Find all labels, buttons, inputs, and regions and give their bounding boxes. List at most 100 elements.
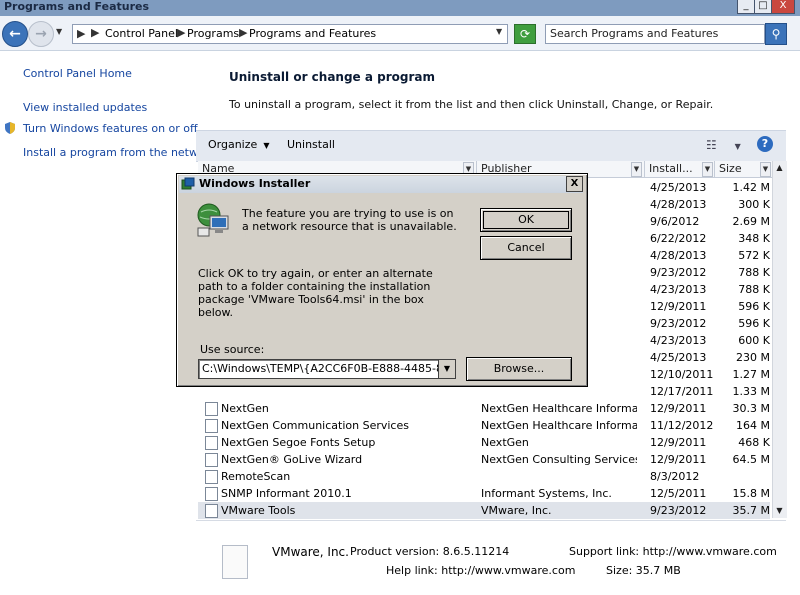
program-install-date: 12/10/2011 <box>650 368 714 381</box>
program-publisher: VMware, Inc. <box>481 504 552 517</box>
dialog-close-button[interactable]: X <box>566 176 583 192</box>
command-toolbar <box>196 130 786 162</box>
maximize-button[interactable]: □ <box>754 0 772 14</box>
chevron-right-icon[interactable]: ▶ <box>91 26 99 39</box>
window-title-bar: Programs and Features <box>0 0 800 17</box>
recent-pages-dropdown-icon[interactable]: ▼ <box>56 27 62 36</box>
program-publisher: NextGen Consulting Services <box>481 453 637 466</box>
shield-icon <box>5 122 15 134</box>
turn-windows-features-link[interactable]: Turn Windows features on or off <box>23 122 198 135</box>
use-source-value: C:\Windows\TEMP\{A2CC6F0B-E888-4485-82F5 <box>202 362 440 375</box>
scroll-down-arrow-icon[interactable]: ▼ <box>773 504 786 518</box>
program-install-date: 12/9/2011 <box>650 436 707 449</box>
program-publisher: NextGen Healthcare Informati... <box>481 402 637 415</box>
page-title: Uninstall or change a program <box>229 70 436 84</box>
browse-button[interactable]: Browse... <box>466 357 572 381</box>
view-installed-updates-link[interactable]: View installed updates <box>23 101 147 114</box>
chevron-right-icon[interactable]: ▶ <box>239 26 247 39</box>
network-computer-icon <box>197 203 229 237</box>
program-size: 300 K <box>738 198 770 211</box>
program-publisher: NextGen Healthcare Informati... <box>481 419 637 432</box>
program-name: NextGen Segoe Fonts Setup <box>221 436 376 449</box>
details-help-link[interactable]: Help link: http://www.vmware.com <box>386 564 575 577</box>
breadcrumb-programs-and-features[interactable]: Programs and Features <box>249 27 376 40</box>
table-row[interactable]: SNMP Informant 2010.1 Informant Systems, … <box>198 485 770 502</box>
program-icon <box>205 504 218 518</box>
control-panel-home-link[interactable]: Control Panel Home <box>23 67 132 80</box>
dialog-message: The feature you are trying to use is on … <box>242 207 457 233</box>
forward-arrow-icon[interactable]: → <box>28 21 54 47</box>
program-install-date: 8/3/2012 <box>650 470 700 483</box>
program-name: NextGen® GoLive Wizard <box>221 453 363 466</box>
installed-filter-dropdown-icon[interactable]: ▼ <box>702 162 713 177</box>
uninstall-button[interactable]: Uninstall <box>287 138 335 151</box>
program-install-date: 12/17/2011 <box>650 385 714 398</box>
breadcrumb-programs[interactable]: Programs <box>187 27 239 40</box>
breadcrumb-control-panel[interactable]: Control Panel <box>105 27 178 40</box>
program-size: 2.69 M <box>732 215 770 228</box>
table-row[interactable]: NextGen® GoLive Wizard NextGen Consulting… <box>198 451 770 468</box>
use-source-input[interactable]: C:\Windows\TEMP\{A2CC6F0B-E888-4485-82F5 <box>198 359 440 379</box>
program-size: 1.27 M <box>732 368 770 381</box>
program-install-date: 12/9/2011 <box>650 453 707 466</box>
chevron-right-icon[interactable]: ▶ <box>177 26 185 39</box>
cancel-button[interactable]: Cancel <box>480 236 572 260</box>
column-size[interactable]: Size <box>719 162 742 175</box>
details-size: Size: 35.7 MB <box>606 564 681 577</box>
program-icon <box>205 402 218 416</box>
help-icon[interactable]: ? <box>757 136 773 152</box>
program-install-date: 9/23/2012 <box>650 504 707 517</box>
size-filter-dropdown-icon[interactable]: ▼ <box>760 162 771 177</box>
back-arrow-icon[interactable]: ← <box>2 21 28 47</box>
program-icon <box>205 487 218 501</box>
program-install-date: 12/5/2011 <box>650 487 707 500</box>
ok-button[interactable]: OK <box>480 208 572 232</box>
organize-button[interactable]: Organize ▼ <box>208 138 269 151</box>
program-install-date: 9/23/2012 <box>650 317 707 330</box>
program-name: NextGen Communication Services <box>221 419 409 432</box>
refresh-icon[interactable]: ⟳ <box>514 24 536 44</box>
search-input[interactable]: Search Programs and Features <box>545 24 765 44</box>
table-row[interactable]: NextGen Communication Services NextGen He… <box>198 417 770 434</box>
program-install-date: 4/28/2013 <box>650 249 707 262</box>
program-size: 1.33 M <box>732 385 770 398</box>
view-options-icon[interactable]: ☷ ▼ <box>706 138 741 152</box>
program-size: 788 K <box>738 266 770 279</box>
chevron-down-icon: ▼ <box>260 141 270 150</box>
program-size: 230 M <box>736 351 770 364</box>
program-icon <box>205 419 218 433</box>
address-dropdown-icon[interactable]: ▼ <box>496 27 502 36</box>
program-size: 600 K <box>738 334 770 347</box>
column-installed-on[interactable]: Install... <box>649 162 693 175</box>
table-row[interactable]: NextGen NextGen Healthcare Informati... 12… <box>198 400 770 417</box>
program-size: 1.42 M <box>732 181 770 194</box>
program-name: VMware Tools <box>221 504 296 517</box>
install-from-network-link[interactable]: Install a program from the network <box>23 146 216 159</box>
program-install-date: 4/25/2013 <box>650 351 707 364</box>
program-size: 468 K <box>738 436 770 449</box>
address-bar[interactable]: ▶ ▶ Control Panel ▶ Programs ▶ Programs … <box>72 24 508 44</box>
minimize-button[interactable]: _ <box>737 0 755 14</box>
table-row[interactable]: RemoteScan 8/3/2012 <box>198 468 770 485</box>
program-publisher: NextGen <box>481 436 529 449</box>
source-dropdown-icon[interactable]: ▼ <box>438 359 456 379</box>
program-size: 164 M <box>736 419 770 432</box>
table-row[interactable]: NextGen Segoe Fonts Setup NextGen 12/9/201… <box>198 434 770 451</box>
program-icon <box>205 436 218 450</box>
search-icon[interactable]: ⚲ <box>765 23 787 45</box>
details-product-version: Product version: 8.6.5.11214 <box>350 545 510 558</box>
publisher-filter-dropdown-icon[interactable]: ▼ <box>631 162 642 177</box>
program-name: RemoteScan <box>221 470 291 483</box>
program-icon <box>205 470 218 484</box>
program-install-date: 4/25/2013 <box>650 181 707 194</box>
installer-icon <box>181 177 195 190</box>
program-icon <box>205 453 218 467</box>
scroll-up-arrow-icon[interactable]: ▲ <box>773 161 786 175</box>
close-window-button[interactable]: X <box>771 0 795 14</box>
search-placeholder: Search Programs and Features <box>550 27 719 40</box>
details-support-link[interactable]: Support link: http://www.vmware.com <box>569 545 777 558</box>
table-row[interactable]: VMware Tools VMware, Inc. 9/23/2012 35.7 M <box>198 502 770 519</box>
program-install-date: 12/9/2011 <box>650 300 707 313</box>
vertical-scrollbar[interactable]: ▲ ▼ <box>772 161 787 518</box>
program-size: 35.7 M <box>732 504 770 517</box>
